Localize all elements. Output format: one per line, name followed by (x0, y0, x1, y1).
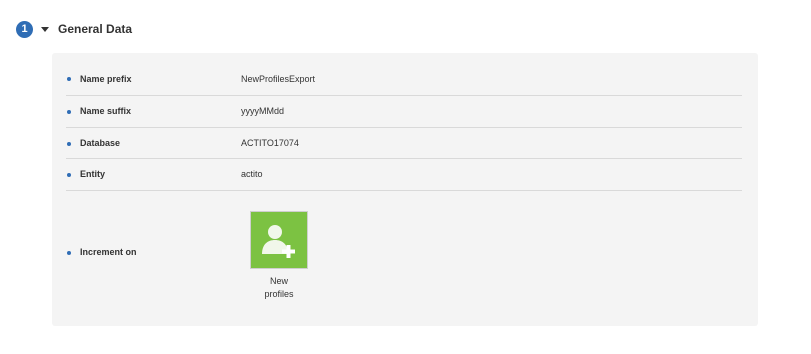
field-value-name-suffix: yyyyMMdd (241, 106, 285, 116)
field-value-name-prefix: NewProfilesExport (241, 74, 316, 84)
page: 1 General Data Name prefix NewProfilesEx… (0, 0, 811, 354)
bullet-icon (67, 251, 71, 255)
field-label-entity: Entity (80, 169, 106, 179)
field-label-name-suffix: Name suffix (80, 106, 132, 116)
section-header-general-data[interactable]: 1 General Data (16, 20, 132, 38)
field-label-name-prefix: Name prefix (80, 74, 132, 84)
new-profiles-tile[interactable]: New profiles (250, 211, 308, 301)
bullet-icon (67, 173, 71, 177)
field-row-increment-on: Increment on New profiles (66, 191, 742, 316)
field-label-database: Database (80, 138, 121, 148)
caret-down-icon[interactable] (41, 26, 49, 32)
step-number-badge: 1 (16, 20, 33, 38)
bullet-icon (67, 142, 71, 146)
field-row-entity: Entity actito (66, 159, 742, 191)
field-row-database: Database ACTITO17074 (66, 128, 742, 159)
field-row-name-suffix: Name suffix yyyyMMdd (66, 96, 742, 128)
bullet-icon (67, 110, 71, 114)
new-profiles-tile-icon-box[interactable] (250, 211, 308, 269)
field-value-database: ACTITO17074 (241, 138, 299, 148)
tile-label-line-1: New (269, 276, 288, 286)
add-user-icon (262, 225, 295, 258)
field-value-entity: actito (241, 169, 263, 179)
section-title: General Data (58, 22, 133, 36)
tile-label-line-2: profiles (264, 289, 294, 299)
bullet-icon (67, 77, 71, 81)
field-label-increment-on: Increment on (80, 247, 137, 257)
general-data-panel: Name prefix NewProfilesExport Name suffi… (52, 53, 758, 326)
new-profiles-tile-label[interactable]: New profiles (250, 275, 308, 301)
field-row-name-prefix: Name prefix NewProfilesExport (66, 63, 742, 96)
